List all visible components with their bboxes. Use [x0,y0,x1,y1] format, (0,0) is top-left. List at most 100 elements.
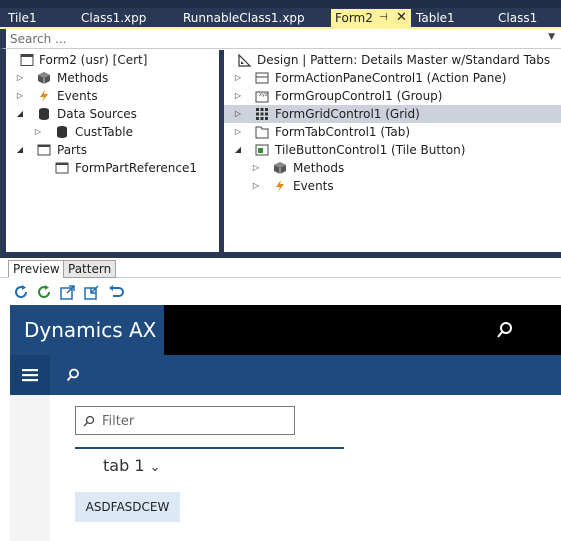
tree-node-root-label: Form2 (usr) [Cert] [39,53,148,67]
open-external-icon[interactable] [60,284,76,300]
tree-node-tile-methods[interactable]: ▷ Methods [224,159,561,177]
tab-preview[interactable]: Preview [8,260,65,278]
refresh-alt-icon[interactable] [36,284,52,300]
tree-node-data-sources[interactable]: ◢ Data Sources [6,105,219,123]
lightning-icon [276,180,284,192]
tree-node-root[interactable]: Form2 (usr) [Cert] [6,51,219,69]
tree-node-group-label: FormGroupControl1 (Group) [275,89,443,103]
collapse-arrow-icon[interactable]: ◢ [234,141,242,159]
tree-node-grid-label: FormGridControl1 (Grid) [275,107,420,121]
search-icon[interactable] [66,368,80,382]
tab-class1-xpp[interactable]: Class1.xpp [81,9,146,27]
svg-text:xyz: xyz [259,92,268,98]
tab-control-icon [255,126,269,139]
design-tree-pane: Design | Pattern: Details Master w/Stand… [224,50,561,252]
tree-node-action-pane[interactable]: ▷ FormActionPaneControl1 (Action Pane) [224,69,561,87]
tile-button-label: ASDFASDCEW [85,500,170,514]
tree-node-form-part-reference[interactable]: FormPartReference1 [6,159,219,177]
tree-node-tile-methods-label: Methods [293,161,345,175]
expand-arrow-icon[interactable]: ▷ [16,69,24,87]
expand-arrow-icon[interactable]: ▷ [234,123,242,141]
methods-cube-icon [274,162,286,174]
collapse-arrow-icon[interactable]: ◢ [16,141,24,159]
dynamics-ax-brand[interactable]: Dynamics AX [10,305,164,355]
tree-node-tile-button[interactable]: ◢ TileButtonControl1 (Tile Button) [224,141,561,159]
preview-left-margin [0,305,10,541]
tree-node-tile-events-label: Events [293,179,334,193]
tab-strip-top-edge [0,0,561,8]
tile-button-icon [255,144,269,156]
group-icon: xyz [255,91,269,103]
tree-node-data-sources-label: Data Sources [57,107,137,121]
tab-tile1[interactable]: Tile1 [8,9,37,27]
tree-node-tile-events[interactable]: ▷ Events [224,177,561,195]
form-tree-pane: Form2 (usr) [Cert] ▷ Methods ▷ Events ◢ … [6,50,219,252]
tab-runnableclass1-xpp[interactable]: RunnableClass1.xpp [183,9,305,27]
tree-node-tab-label: FormTabControl1 (Tab) [275,125,411,139]
tree-node-parts[interactable]: ◢ Parts [6,141,219,159]
tree-node-grid[interactable]: ▷ FormGridControl1 (Grid) [224,105,561,123]
preview-toolbar [0,279,561,305]
tree-node-custtable[interactable]: ▷ CustTable [6,123,219,141]
tab-table1[interactable]: Table1 [416,9,455,27]
expand-arrow-icon[interactable]: ▷ [16,87,24,105]
tree-node-methods-label: Methods [57,71,109,85]
preview-pattern-tabs: Preview Pattern [0,258,561,278]
tree-node-tab[interactable]: ▷ FormTabControl1 (Tab) [224,123,561,141]
tile-button[interactable]: ASDFASDCEW [75,492,180,522]
hamburger-icon [22,369,38,382]
tab-header-line [75,447,344,449]
database-icon [39,108,49,120]
solution-search-bar[interactable]: Search ... ▼ [0,29,561,49]
tree-node-events-label: Events [57,89,98,103]
tab-pattern[interactable]: Pattern [63,260,117,278]
part-reference-icon [55,162,69,174]
tree-node-form-part-reference-label: FormPartReference1 [75,161,197,175]
tab-form2[interactable]: Form2 ⊣ ✕ [331,9,411,27]
brand-title: Dynamics AX [24,318,157,342]
search-icon[interactable] [496,321,514,339]
tree-node-design-label: Design | Pattern: Details Master w/Stand… [257,53,551,67]
parts-icon [37,144,51,156]
collapse-arrow-icon[interactable]: ◢ [16,105,24,123]
filter-placeholder: Filter [102,414,135,429]
tab-1-header[interactable]: tab 1 ⌄ [103,456,161,475]
tab-1-label: tab 1 [103,456,145,475]
tree-node-design[interactable]: Design | Pattern: Details Master w/Stand… [224,51,561,69]
search-icon [83,415,95,427]
expand-arrow-icon[interactable]: ▷ [234,69,242,87]
filter-input[interactable]: Filter [75,406,295,435]
expand-arrow-icon[interactable]: ▷ [252,159,260,177]
export-icon[interactable] [84,284,100,300]
hamburger-menu-button[interactable] [10,355,50,395]
expand-arrow-icon[interactable]: ▷ [34,123,42,141]
tree-node-tile-button-label: TileButtonControl1 (Tile Button) [275,143,466,157]
close-icon[interactable]: ✕ [396,9,407,27]
ax-top-bar [164,305,561,355]
expand-arrow-icon[interactable]: ▷ [234,87,242,105]
tab-form2-label: Form2 [335,11,373,25]
tree-node-action-pane-label: FormActionPaneControl1 (Action Pane) [275,71,507,85]
undo-icon[interactable] [108,284,124,300]
expand-arrow-icon[interactable]: ▷ [252,177,260,195]
design-ruler-icon [238,53,252,67]
form-icon [20,54,34,66]
tree-node-methods[interactable]: ▷ Methods [6,69,219,87]
grid-icon [256,108,268,120]
refresh-icon[interactable] [13,284,29,300]
action-pane-icon [255,72,269,84]
chevron-down-icon: ⌄ [149,460,161,475]
tree-node-custtable-label: CustTable [75,125,133,139]
ax-navigation-bar [10,355,561,395]
search-input[interactable]: Search ... [10,32,66,46]
document-tab-strip: Tile1 Class1.xpp RunnableClass1.xpp Form… [0,0,561,29]
chevron-down-icon[interactable]: ▼ [548,32,555,42]
methods-cube-icon [38,72,50,84]
pin-icon[interactable]: ⊣ [379,9,388,27]
lightning-icon [40,90,48,102]
tree-node-group[interactable]: ▷ xyz FormGroupControl1 (Group) [224,87,561,105]
expand-arrow-icon[interactable]: ▷ [234,105,242,123]
tab-class1[interactable]: Class1 [498,9,537,27]
tree-node-events[interactable]: ▷ Events [6,87,219,105]
tree-node-parts-label: Parts [57,143,87,157]
